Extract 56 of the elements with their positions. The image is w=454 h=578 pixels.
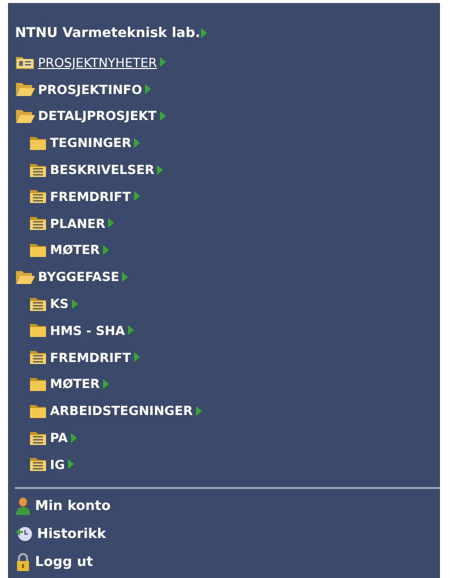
account-link[interactable]: Logg ut	[35, 554, 93, 570]
card-folder-icon	[15, 55, 35, 70]
menu-link[interactable]: BESKRIVELSER	[50, 162, 154, 178]
arrow-icon	[196, 406, 202, 416]
arrow-icon	[201, 28, 208, 38]
user-icon	[15, 496, 31, 515]
lock-icon	[15, 552, 31, 571]
menu-link[interactable]: MØTER	[50, 242, 100, 258]
arrow-icon	[68, 459, 74, 470]
notes-folder-icon	[29, 162, 47, 177]
notes-folder-icon	[29, 296, 47, 311]
menu-link[interactable]: PA	[50, 430, 68, 446]
menu-link[interactable]: ARBEIDSTEGNINGER	[50, 403, 193, 418]
arrow-icon	[108, 218, 114, 228]
folder-icon	[29, 376, 47, 391]
menu-link[interactable]: BYGGEFASE	[38, 269, 120, 284]
folder-icon	[29, 242, 47, 257]
menu-link[interactable]: PROSJEKTNYHETER	[38, 54, 157, 70]
menu-link[interactable]: PROSJEKTINFO	[38, 82, 142, 97]
notes-folder-icon	[29, 350, 47, 364]
account-link[interactable]: Historikk	[37, 526, 106, 542]
arrow-icon	[102, 244, 109, 255]
history-icon	[15, 524, 33, 543]
open-folder-icon	[15, 108, 35, 123]
arrow-icon	[128, 325, 134, 336]
account-link[interactable]: Min konto	[35, 498, 111, 514]
notes-folder-icon	[29, 430, 47, 445]
arrow-icon	[122, 272, 128, 282]
arrow-icon	[157, 164, 164, 175]
menu-link[interactable]: IG	[50, 456, 65, 472]
menu-link[interactable]: KS	[50, 296, 69, 312]
menu-link[interactable]: PLANER	[50, 216, 106, 231]
arrow-icon	[70, 432, 77, 443]
menu-link[interactable]: FREMDRIFT	[50, 350, 131, 365]
folder-icon	[29, 404, 47, 418]
open-folder-icon	[15, 270, 35, 284]
folder-icon	[29, 323, 47, 338]
menu-link[interactable]: HMS - SHA	[50, 322, 125, 338]
menu-link[interactable]: MØTER	[50, 376, 100, 392]
arrow-icon	[160, 57, 166, 68]
open-folder-icon	[15, 82, 35, 96]
arrow-icon	[160, 110, 166, 121]
arrow-icon	[102, 378, 109, 389]
notes-folder-icon	[29, 189, 47, 204]
arrow-icon	[134, 138, 140, 148]
notes-folder-icon	[29, 216, 47, 230]
folder-icon	[29, 136, 47, 150]
arrow-icon	[134, 191, 140, 202]
arrow-icon	[72, 298, 78, 309]
site-title: NTNU Varmeteknisk lab.	[15, 25, 200, 41]
menu-link[interactable]: TEGNINGER	[50, 135, 132, 150]
arrow-icon	[134, 352, 140, 362]
menu-link[interactable]: FREMDRIFT	[50, 188, 131, 204]
menu-link[interactable]: DETALJPROSJEKT	[38, 108, 157, 124]
notes-folder-icon	[29, 457, 47, 472]
arrow-icon	[145, 84, 152, 94]
